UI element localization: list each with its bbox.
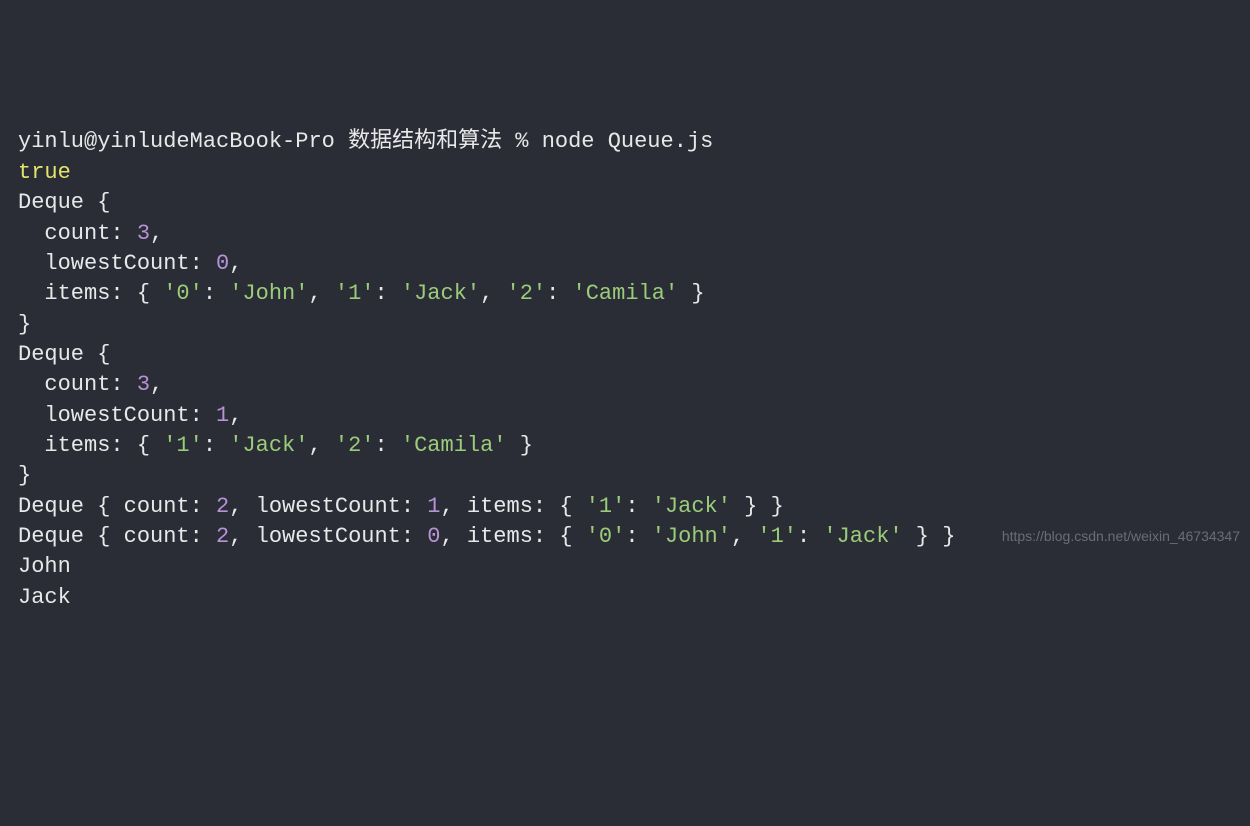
deque2-lowest-label: lowestCount: — [18, 403, 216, 428]
deque4-count: 2 — [216, 524, 229, 549]
colon: : — [797, 524, 823, 549]
val: 'Jack' — [823, 524, 902, 549]
deque1-open: Deque { — [18, 190, 110, 215]
comma: , — [150, 221, 163, 246]
colon: : — [625, 494, 651, 519]
deque1-items-label: items: { — [18, 281, 163, 306]
prompt-dir: 数据结构和算法 — [348, 129, 502, 154]
colon: : — [625, 524, 651, 549]
deque1-lowest-val: 0 — [216, 251, 229, 276]
val: 'Jack' — [652, 494, 731, 519]
deque1-count-label: count: — [18, 221, 137, 246]
key: '2' — [335, 433, 375, 458]
items-close: } — [678, 281, 704, 306]
deque3-prefix: Deque { count: — [18, 494, 216, 519]
deque2-lowest-val: 1 — [216, 403, 229, 428]
val: 'John' — [652, 524, 731, 549]
deque3-close: } } — [731, 494, 784, 519]
comma: , — [229, 403, 242, 428]
deque3-mid2: , items: { — [441, 494, 586, 519]
deque4-mid2: , items: { — [441, 524, 586, 549]
key: '0' — [163, 281, 203, 306]
prompt-command: node Queue.js — [542, 129, 714, 154]
deque3-count: 2 — [216, 494, 229, 519]
key: '2' — [507, 281, 547, 306]
deque4-prefix: Deque { count: — [18, 524, 216, 549]
prompt-separator: % — [515, 129, 528, 154]
deque3-mid1: , lowestCount: — [229, 494, 427, 519]
sep: , — [731, 524, 757, 549]
colon: : — [374, 433, 400, 458]
val: 'Jack' — [229, 433, 308, 458]
colon: : — [203, 433, 229, 458]
sep: , — [308, 281, 334, 306]
deque1-count-val: 3 — [137, 221, 150, 246]
val: 'Jack' — [401, 281, 480, 306]
colon: : — [546, 281, 572, 306]
deque2-count-label: count: — [18, 372, 137, 397]
deque3-lowest: 1 — [427, 494, 440, 519]
deque2-close: } — [18, 463, 31, 488]
output-true: true — [18, 160, 71, 185]
sep: , — [308, 433, 334, 458]
deque4-lowest: 0 — [427, 524, 440, 549]
sep: , — [480, 281, 506, 306]
key: '1' — [163, 433, 203, 458]
items-close: } — [507, 433, 533, 458]
prompt-user-host: yinlu@yinludeMacBook-Pro — [18, 129, 335, 154]
deque2-count-val: 3 — [137, 372, 150, 397]
output-john: John — [18, 554, 71, 579]
key: '1' — [586, 494, 626, 519]
output-jack: Jack — [18, 585, 71, 610]
deque1-lowest-label: lowestCount: — [18, 251, 216, 276]
deque1-close: } — [18, 312, 31, 337]
key: '1' — [757, 524, 797, 549]
comma: , — [229, 251, 242, 276]
colon: : — [374, 281, 400, 306]
deque2-items-label: items: { — [18, 433, 163, 458]
val: 'Camila' — [401, 433, 507, 458]
watermark: https://blog.csdn.net/weixin_46734347 — [1002, 527, 1240, 546]
key: '0' — [586, 524, 626, 549]
val: 'Camila' — [573, 281, 679, 306]
colon: : — [203, 281, 229, 306]
key: '1' — [335, 281, 375, 306]
val: 'John' — [229, 281, 308, 306]
deque2-open: Deque { — [18, 342, 110, 367]
deque4-mid1: , lowestCount: — [229, 524, 427, 549]
deque4-close: } } — [903, 524, 956, 549]
prompt-line: yinlu@yinludeMacBook-Pro 数据结构和算法 % node … — [18, 129, 713, 154]
comma: , — [150, 372, 163, 397]
